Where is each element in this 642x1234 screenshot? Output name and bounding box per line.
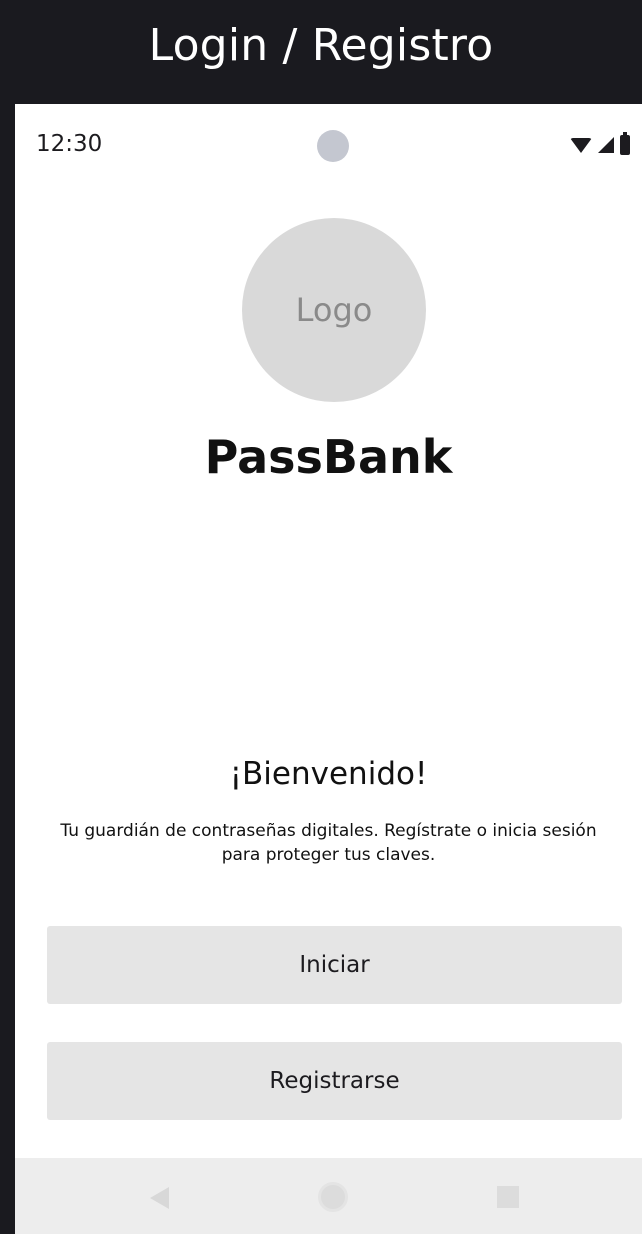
status-icons — [570, 132, 630, 156]
frame-title: Login / Registro — [148, 19, 494, 71]
home-icon[interactable] — [318, 1182, 348, 1212]
signal-icon — [598, 137, 614, 153]
logo-text: Logo — [295, 291, 373, 329]
status-time: 12:30 — [36, 131, 103, 157]
frame-header: Login / Registro — [0, 0, 642, 104]
status-bar: 12:30 — [15, 104, 642, 184]
navigation-bar — [15, 1158, 642, 1234]
welcome-tagline: Tu guardián de contraseñas digitales. Re… — [60, 821, 597, 865]
back-icon[interactable] — [150, 1187, 169, 1209]
battery-icon — [620, 132, 630, 155]
register-button[interactable]: Registrarse — [47, 1042, 622, 1120]
app-name: PassBank — [204, 430, 453, 484]
welcome-heading: ¡Bienvenido! — [229, 756, 428, 792]
recents-icon[interactable] — [497, 1186, 519, 1208]
camera-cutout — [317, 130, 349, 162]
login-button[interactable]: Iniciar — [47, 926, 622, 1004]
logo-placeholder: Logo — [242, 218, 426, 402]
phone-screen: 12:30 Logo PassBank ¡Bienvenido! Tu guar… — [15, 104, 642, 1234]
wifi-icon — [570, 137, 592, 153]
